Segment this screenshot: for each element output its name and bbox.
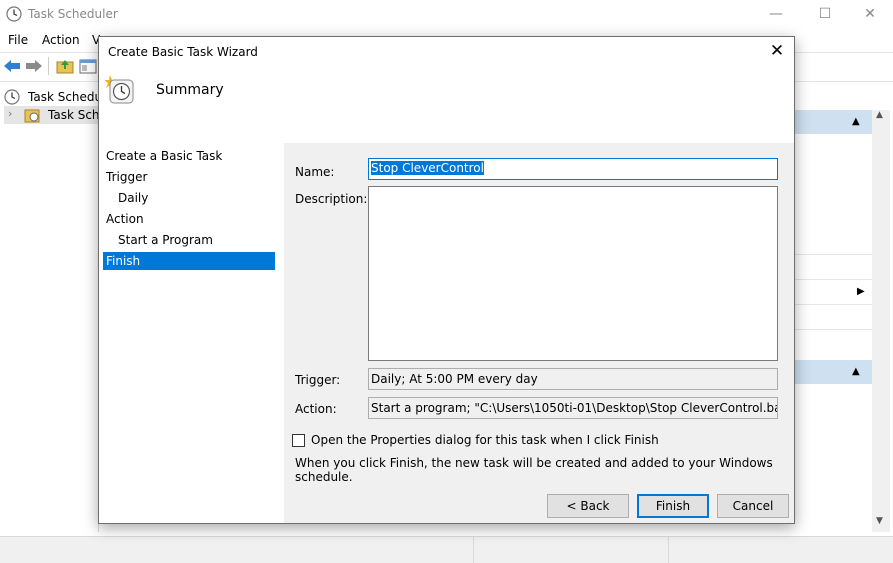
nav-step-start-a-program[interactable]: Start a Program — [103, 231, 275, 249]
menu-action[interactable]: Action — [42, 33, 80, 47]
finish-button[interactable]: Finish — [637, 494, 709, 518]
finish-info-text: When you click Finish, the new task will… — [295, 456, 773, 484]
wizard-close-button[interactable]: ✕ — [760, 37, 794, 67]
submenu-arrow-icon[interactable]: ▶ — [857, 286, 865, 297]
open-properties-label[interactable]: Open the Properties dialog for this task… — [311, 433, 659, 447]
close-button[interactable]: ✕ — [847, 0, 893, 30]
forward-arrow-icon[interactable] — [25, 58, 43, 74]
open-properties-checkbox[interactable] — [292, 434, 305, 447]
divider — [794, 329, 872, 330]
trigger-summary-field: Daily; At 5:00 PM every day — [368, 368, 778, 390]
trigger-label: Trigger: — [295, 373, 341, 387]
scroll-down-icon[interactable]: ▼ — [876, 516, 883, 526]
divider — [794, 279, 872, 280]
collapse-up-icon[interactable]: ▲ — [852, 366, 860, 377]
action-summary-field: Start a program; "C:\Users\1050ti-01\Des… — [368, 397, 778, 419]
task-name-value: Stop CleverControl — [371, 161, 484, 175]
create-basic-task-wizard: Create Basic Task Wizard ✕ Summary Creat… — [98, 36, 795, 524]
status-bar — [0, 536, 893, 563]
wizard-title: Create Basic Task Wizard — [108, 45, 258, 59]
tree-item-label: Task Schedule — [28, 90, 98, 104]
divider — [794, 304, 872, 305]
toolbar-separator — [48, 57, 49, 75]
nav-step-daily[interactable]: Daily — [103, 189, 275, 207]
divider — [794, 254, 872, 255]
task-clock-icon — [105, 75, 134, 104]
clock-icon — [4, 89, 20, 105]
back-arrow-icon[interactable] — [3, 58, 21, 74]
nav-step-finish[interactable]: Finish — [103, 252, 275, 270]
tree-item-task-scheduler-library[interactable]: › Task Sche — [4, 106, 98, 124]
navigation-tree: Task Schedule › Task Sche — [0, 82, 99, 532]
collapse-up-icon[interactable]: ▲ — [852, 116, 860, 127]
clock-icon — [6, 6, 22, 22]
description-label: Description: — [295, 192, 368, 206]
actions-section-header[interactable] — [794, 110, 872, 134]
action-label: Action: — [295, 402, 337, 416]
wizard-steps-nav: Create a Basic Task Trigger Daily Action… — [99, 143, 284, 523]
nav-step-create-basic-task[interactable]: Create a Basic Task — [103, 147, 275, 165]
chevron-right-icon[interactable]: › — [8, 107, 12, 120]
name-label: Name: — [295, 165, 335, 179]
description-textarea[interactable] — [368, 186, 778, 361]
wizard-title-bar: Create Basic Task Wizard ✕ — [99, 37, 794, 67]
folder-up-icon[interactable] — [56, 58, 74, 74]
tree-item-task-scheduler-root[interactable]: Task Schedule — [4, 88, 98, 106]
divider — [668, 537, 669, 563]
nav-step-action[interactable]: Action — [103, 210, 275, 228]
folder-clock-icon — [24, 109, 40, 123]
main-title-bar: Task Scheduler — ☐ ✕ — [0, 0, 893, 30]
minimize-button[interactable]: — — [753, 0, 799, 30]
maximize-button[interactable]: ☐ — [802, 0, 848, 30]
divider — [473, 537, 474, 563]
menu-file[interactable]: File — [8, 33, 28, 47]
back-button[interactable]: < Back — [547, 494, 629, 518]
nav-step-trigger[interactable]: Trigger — [103, 168, 275, 186]
main-window-title: Task Scheduler — [28, 7, 118, 21]
tree-item-label: Task Sche — [48, 108, 98, 122]
console-view-icon[interactable] — [79, 58, 97, 74]
scroll-up-icon[interactable]: ▲ — [876, 110, 883, 120]
wizard-page-title: Summary — [156, 82, 224, 98]
task-name-input[interactable]: Stop CleverControl — [368, 158, 778, 180]
actions-section-header[interactable] — [794, 360, 872, 384]
wizard-header: Summary — [99, 67, 794, 143]
vertical-scrollbar[interactable]: ▲ ▼ — [872, 110, 890, 532]
cancel-button[interactable]: Cancel — [717, 494, 789, 518]
